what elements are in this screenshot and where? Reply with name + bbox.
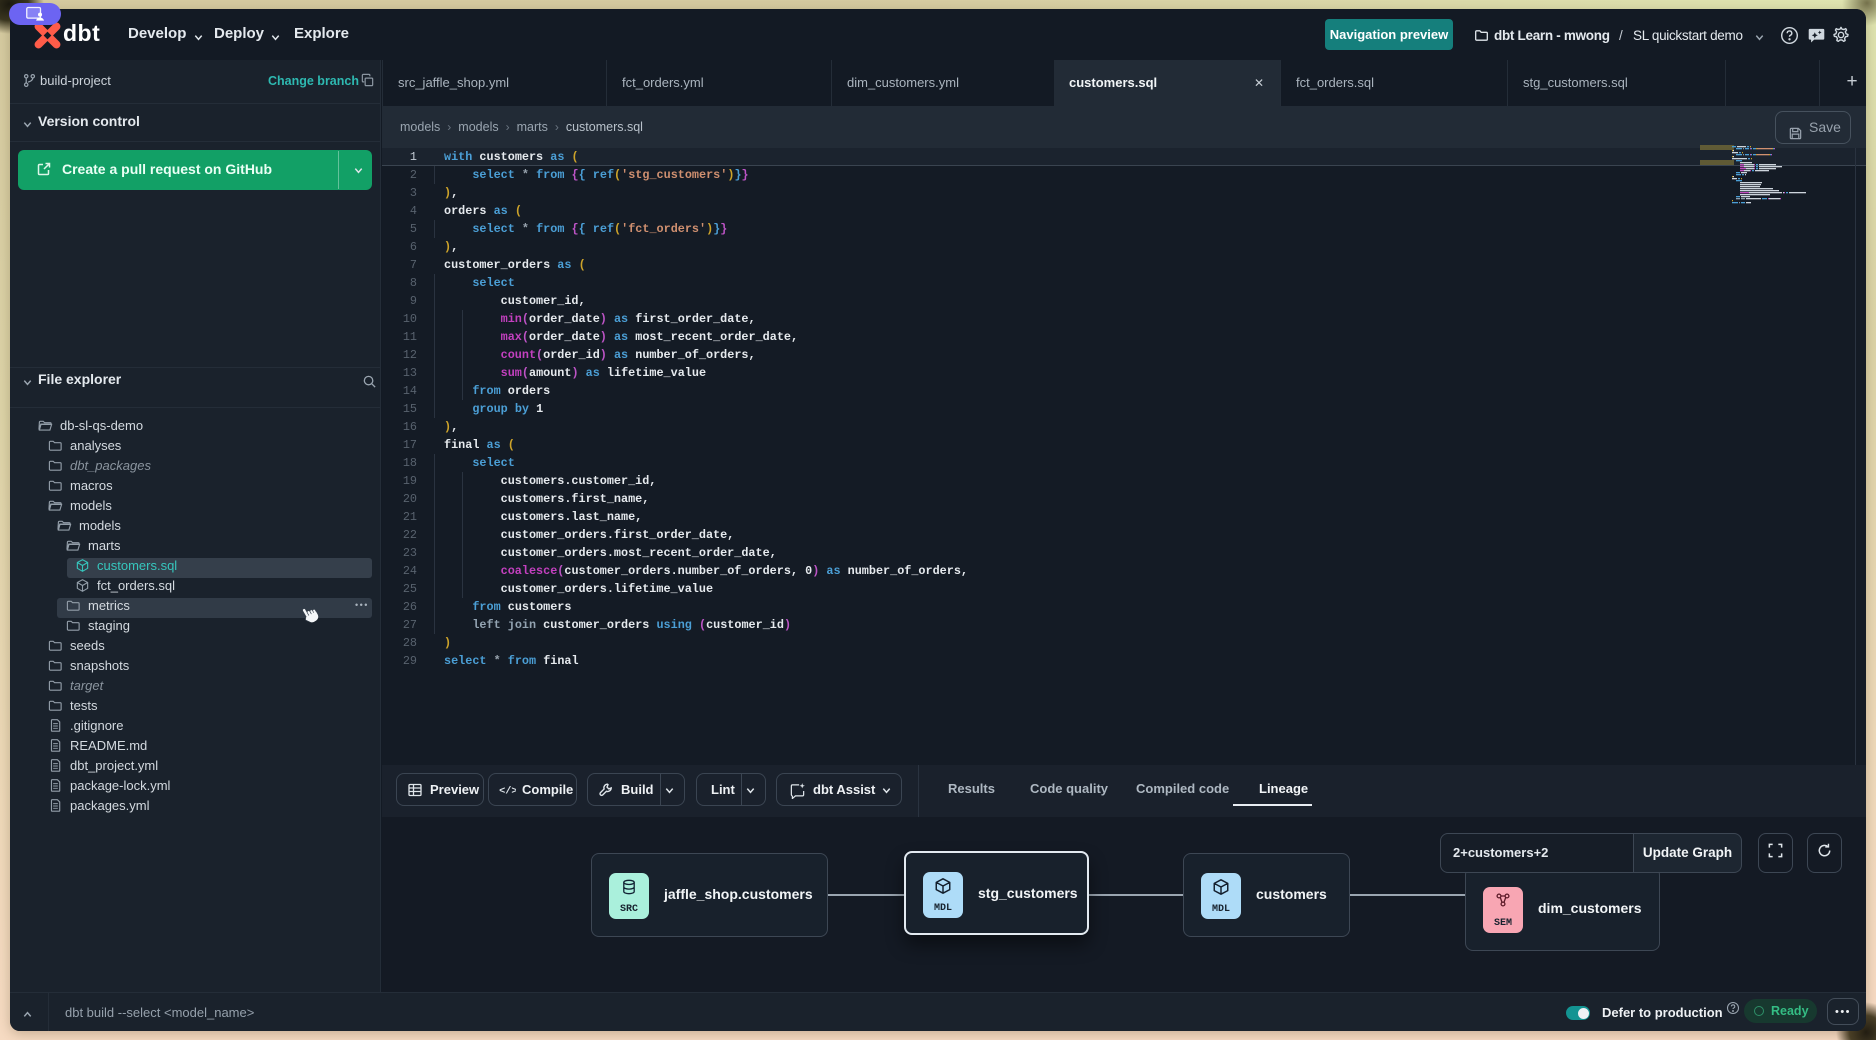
svg-text:</>: </> [499, 785, 516, 797]
